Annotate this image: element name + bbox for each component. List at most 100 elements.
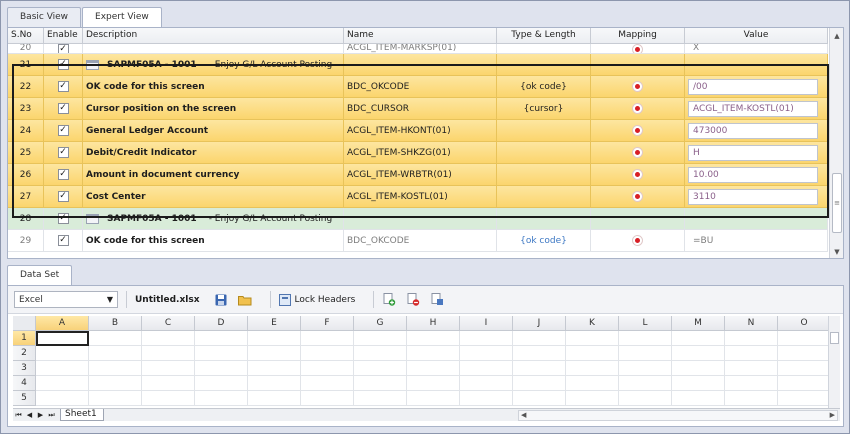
column-header[interactable]: B [89,316,142,331]
spreadsheet-cell[interactable] [142,376,195,391]
spreadsheet-horizontal-scrollbar[interactable]: ◀ ▶ [518,410,838,421]
value-input[interactable]: ACGL_ITEM-KOSTL(01) [688,100,818,117]
col-type-length[interactable]: Type & Length [497,28,591,44]
enable-checkbox[interactable]: ✓ [57,213,69,224]
row-header[interactable]: 5 [13,391,36,406]
column-header[interactable]: K [566,316,619,331]
row-header[interactable]: 2 [13,346,36,361]
enable-checkbox[interactable]: ✓ [57,103,69,114]
spreadsheet-cell[interactable] [672,331,725,346]
spreadsheet-cell[interactable] [460,376,513,391]
row-header[interactable]: 4 [13,376,36,391]
spreadsheet-cell[interactable] [619,331,672,346]
table-row[interactable]: 23 ✓ Cursor position on the screen BDC_CURS… [8,98,828,120]
spreadsheet-cell[interactable] [460,361,513,376]
spreadsheet-cell[interactable] [407,361,460,376]
pin-icon[interactable] [632,125,643,136]
enable-checkbox[interactable]: ✓ [57,147,69,158]
spreadsheet-cell[interactable] [725,346,778,361]
spreadsheet-cell[interactable] [301,376,354,391]
spreadsheet-cell[interactable] [89,391,142,406]
spreadsheet-cell[interactable] [513,391,566,406]
scroll-left-icon[interactable]: ◀ [521,411,526,420]
spreadsheet-cell[interactable] [195,331,248,346]
spreadsheet-cell[interactable] [142,331,195,346]
spreadsheet-cell[interactable] [725,376,778,391]
spreadsheet-cell[interactable] [195,346,248,361]
spreadsheet-cell[interactable] [619,376,672,391]
table-row[interactable]: 26 ✓ Amount in document currency ACGL_ITEM-… [8,164,828,186]
spreadsheet-cell[interactable] [566,376,619,391]
spreadsheet-vertical-scrollbar[interactable] [828,316,840,408]
pin-icon[interactable] [632,147,643,158]
enable-checkbox[interactable]: ✓ [57,59,69,70]
spreadsheet-cell[interactable] [36,391,89,406]
column-header[interactable]: N [725,316,778,331]
value-input[interactable]: /00 [688,78,818,95]
spreadsheet-cell[interactable] [619,391,672,406]
scroll-thumb[interactable] [830,332,839,344]
spreadsheet-cell[interactable] [513,361,566,376]
row-header[interactable]: 3 [13,361,36,376]
spreadsheet-cell[interactable] [89,361,142,376]
spreadsheet-cell[interactable] [566,391,619,406]
pin-icon[interactable] [632,103,643,114]
column-header[interactable]: O [778,316,831,331]
spreadsheet-cell[interactable] [407,331,460,346]
spreadsheet-cell[interactable] [354,346,407,361]
spreadsheet-cell[interactable] [195,376,248,391]
spreadsheet-cell[interactable] [778,346,831,361]
spreadsheet-cell[interactable] [672,361,725,376]
spreadsheet-cell[interactable] [672,376,725,391]
table-row[interactable]: 20 ✓ ACGL_ITEM-MARKSP(01) X [8,44,828,54]
spreadsheet-cell[interactable] [142,346,195,361]
column-header[interactable]: M [672,316,725,331]
spreadsheet-cell[interactable] [460,346,513,361]
spreadsheet-cell[interactable] [301,361,354,376]
spreadsheet-cell[interactable] [725,361,778,376]
enable-checkbox[interactable]: ✓ [57,81,69,92]
scroll-up-icon[interactable]: ▲ [831,30,843,42]
spreadsheet-cell[interactable] [672,391,725,406]
spreadsheet-cell[interactable] [142,361,195,376]
column-header[interactable]: J [513,316,566,331]
grid-vertical-scrollbar[interactable]: ▲ ≡ ▼ [829,28,843,258]
value-input[interactable]: 3110 [688,188,818,205]
table-row[interactable]: 24 ✓ General Ledger Account ACGL_ITEM-HKONT… [8,120,828,142]
spreadsheet-cell[interactable] [778,376,831,391]
add-sheet-icon[interactable] [382,293,396,306]
table-row[interactable]: 27 ✓ Cost Center ACGL_ITEM-KOSTL(01) 3110 [8,186,828,208]
spreadsheet-cell[interactable] [407,346,460,361]
format-dropdown[interactable]: Excel ▼ [14,291,118,308]
col-mapping[interactable]: Mapping [591,28,685,44]
scroll-right-icon[interactable]: ▶ [830,411,835,420]
spreadsheet-cell[interactable] [354,331,407,346]
spreadsheet-cell[interactable] [460,391,513,406]
table-row[interactable]: 21 ✓ SAPMF05A - 1001 - Enjoy G/L Account Po… [8,54,828,76]
column-header[interactable]: H [407,316,460,331]
col-value[interactable]: Value [685,28,828,44]
spreadsheet-cell[interactable] [619,361,672,376]
spreadsheet-cell[interactable] [725,391,778,406]
spreadsheet-cell[interactable] [248,376,301,391]
column-header[interactable]: D [195,316,248,331]
col-sno[interactable]: S.No [8,28,44,44]
tab-expert-view[interactable]: Expert View [82,7,162,28]
remove-sheet-icon[interactable] [406,293,420,306]
table-row[interactable]: 22 ✓ OK code for this screen BDC_OKCODE {ok … [8,76,828,98]
table-row[interactable]: 28 ✓ SAPMF05A - 1001 - Enjoy G/L Account Po… [8,208,828,230]
column-header[interactable]: L [619,316,672,331]
spreadsheet-cell[interactable] [407,391,460,406]
spreadsheet-cell[interactable] [354,391,407,406]
column-header[interactable]: I [460,316,513,331]
spreadsheet-cell[interactable] [36,376,89,391]
spreadsheet-cell[interactable] [248,331,301,346]
spreadsheet-cell[interactable] [89,376,142,391]
spreadsheet-cell[interactable] [301,346,354,361]
col-enable[interactable]: Enable [44,28,83,44]
pin-icon[interactable] [632,169,643,180]
table-row[interactable]: 25 ✓ Debit/Credit Indicator ACGL_ITEM-SHKZG… [8,142,828,164]
enable-checkbox[interactable]: ✓ [57,169,69,180]
save-icon[interactable] [214,293,228,306]
column-header[interactable]: A [36,316,89,331]
